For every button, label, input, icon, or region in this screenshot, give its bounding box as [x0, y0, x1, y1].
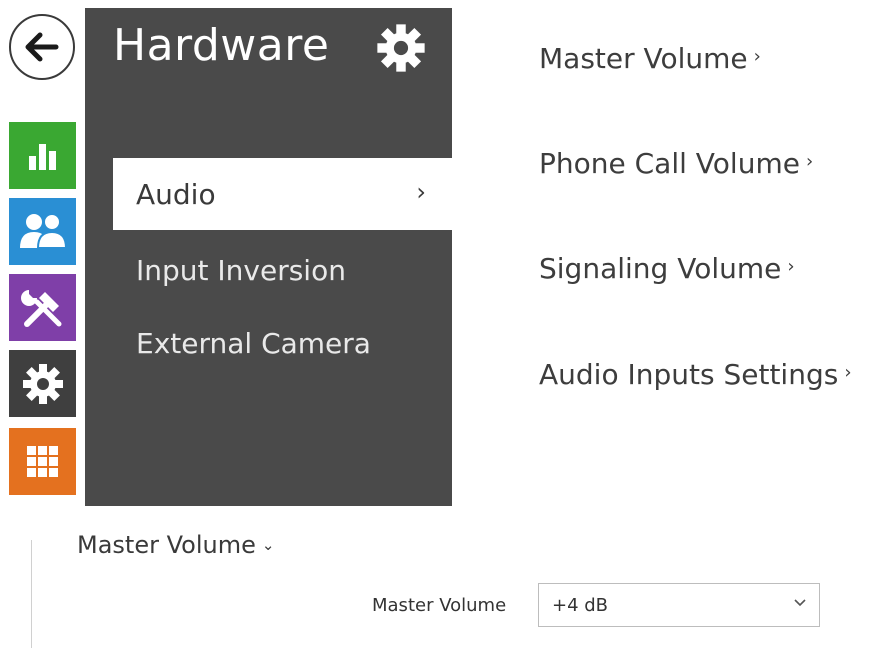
sidebar-item-status[interactable]: [9, 122, 76, 189]
gear-icon: [22, 363, 63, 404]
gear-icon: [377, 24, 425, 72]
chevron-down-icon: ⌄: [261, 536, 275, 554]
menu-item-external-camera[interactable]: External Camera: [113, 307, 452, 379]
link-label: Master Volume: [539, 42, 748, 75]
section-divider: [31, 540, 32, 648]
panel-title: Hardware: [113, 20, 330, 71]
menu-item-label: Audio: [136, 177, 216, 211]
sidebar-item-system[interactable]: [9, 350, 76, 417]
link-label: Phone Call Volume: [539, 147, 800, 180]
sidebar-item-hardware[interactable]: [9, 274, 76, 341]
link-audio-inputs-settings[interactable]: Audio Inputs Settings ›: [539, 358, 852, 391]
select-value: +4 dB: [552, 594, 609, 616]
back-button[interactable]: [9, 14, 75, 80]
chevron-right-icon: ›: [844, 361, 852, 383]
arrow-left-icon: [25, 32, 59, 62]
link-master-volume[interactable]: Master Volume ›: [539, 42, 761, 75]
menu-item-label: External Camera: [136, 326, 371, 360]
chevron-down-icon: [794, 599, 806, 607]
chevron-right-icon: ›: [753, 45, 761, 67]
link-label: Signaling Volume: [539, 252, 782, 285]
sidebar-item-services[interactable]: [9, 428, 76, 495]
chevron-right-icon: ›: [416, 178, 426, 206]
section-panel: Hardware Audio › Input Inversion Externa…: [85, 8, 452, 506]
link-phone-call-volume[interactable]: Phone Call Volume ›: [539, 147, 813, 180]
menu-item-audio[interactable]: Audio ›: [113, 158, 452, 230]
section-title: Master Volume: [77, 531, 256, 559]
grid-icon: [26, 445, 58, 477]
master-volume-select[interactable]: +4 dB: [538, 583, 820, 627]
sidebar-item-directory[interactable]: [9, 198, 76, 265]
menu-item-label: Input Inversion: [136, 253, 346, 287]
menu-item-input-inversion[interactable]: Input Inversion: [113, 234, 452, 306]
bar-chart-icon: [28, 143, 56, 170]
link-label: Audio Inputs Settings: [539, 358, 839, 391]
section-header-master-volume[interactable]: Master Volume ⌄: [77, 531, 274, 559]
chevron-right-icon: ›: [805, 150, 814, 172]
tools-icon: [20, 289, 61, 327]
master-volume-label: Master Volume: [372, 595, 507, 616]
link-signaling-volume[interactable]: Signaling Volume ›: [539, 252, 795, 285]
users-icon: [19, 212, 67, 249]
chevron-right-icon: ›: [787, 255, 795, 277]
